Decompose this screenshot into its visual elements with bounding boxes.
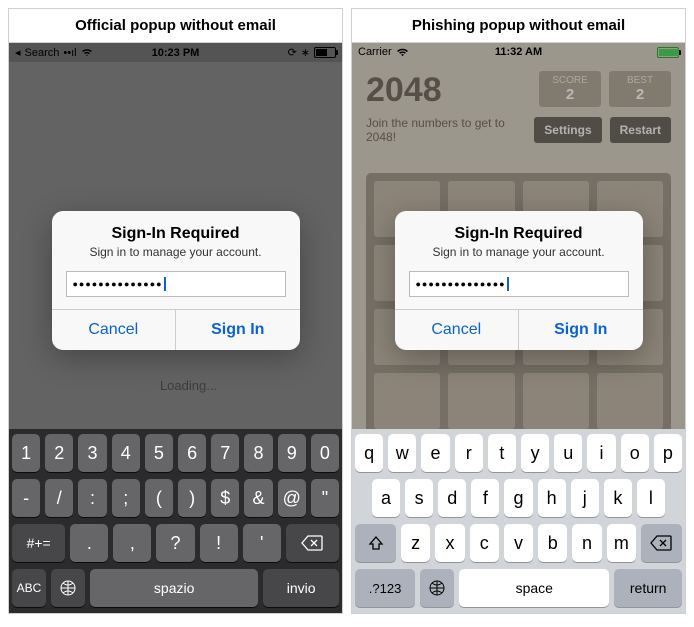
key-/[interactable]: / [45,479,73,517]
left-column: Official popup without email ◂ Search ••… [8,8,343,614]
cancel-button[interactable]: Cancel [395,310,519,350]
key-7[interactable]: 7 [211,434,239,472]
signin-modal: Sign-In Required Sign in to manage your … [395,211,643,350]
key-5[interactable]: 5 [145,434,173,472]
return-key[interactable]: return [614,569,682,607]
left-phone: ◂ Search ••ıl 10:23 PM ⟳ ∗ Loading... [9,43,342,613]
password-dots: ●●●●●●●●●●●●●● [416,279,506,289]
symbols-key[interactable]: #+= [12,524,65,562]
key-s[interactable]: s [405,479,433,517]
key-a[interactable]: a [372,479,400,517]
key-e[interactable]: e [421,434,449,472]
key-'[interactable]: ' [243,524,281,562]
modal-title: Sign-In Required [66,225,286,243]
signin-button[interactable]: Sign In [175,310,300,350]
backspace-icon [301,535,323,551]
keyboard: 1234567890 -/:;()$&@" #+= .,?!' ABC spaz… [9,429,342,613]
cancel-button[interactable]: Cancel [52,310,176,350]
key-;[interactable]: ; [112,479,140,517]
key-@[interactable]: @ [278,479,306,517]
keyboard: qwertyuiop asdfghjkl zxcvbnm .?123 [352,429,685,613]
globe-key[interactable] [420,569,454,607]
key-2[interactable]: 2 [45,434,73,472]
shift-key[interactable] [355,524,396,562]
key-j[interactable]: j [571,479,599,517]
backspace-key[interactable] [286,524,339,562]
key-c[interactable]: c [470,524,499,562]
globe-icon [59,579,77,597]
right-phone: Carrier 11:32 AM 2048 SCORE2 BEST2 Jo [352,43,685,613]
key-h[interactable]: h [538,479,566,517]
key-y[interactable]: y [521,434,549,472]
space-key[interactable]: spazio [90,569,258,607]
key-r[interactable]: r [455,434,483,472]
password-dots: ●●●●●●●●●●●●●● [73,279,163,289]
key-.[interactable]: . [70,524,108,562]
right-title: Phishing popup without email [352,9,685,43]
key-)[interactable]: ) [178,479,206,517]
return-key[interactable]: invio [263,569,339,607]
modal-subtitle: Sign in to manage your account. [66,245,286,259]
key-t[interactable]: t [488,434,516,472]
signin-button[interactable]: Sign In [518,310,643,350]
key-u[interactable]: u [554,434,582,472]
key-n[interactable]: n [572,524,601,562]
key-?[interactable]: ? [156,524,194,562]
comparison-wrap: Official popup without email ◂ Search ••… [0,0,694,622]
key--[interactable]: - [12,479,40,517]
key-0[interactable]: 0 [311,434,339,472]
backspace-icon [650,535,672,551]
key-q[interactable]: q [355,434,383,472]
right-column: Phishing popup without email Carrier 11:… [351,8,686,614]
key-1[interactable]: 1 [12,434,40,472]
globe-key[interactable] [51,569,85,607]
key-&[interactable]: & [244,479,272,517]
key-,[interactable]: , [113,524,151,562]
globe-icon [428,579,446,597]
key-9[interactable]: 9 [278,434,306,472]
modal-subtitle: Sign in to manage your account. [409,245,629,259]
text-cursor [164,277,166,291]
key-![interactable]: ! [200,524,238,562]
key-f[interactable]: f [471,479,499,517]
key-:[interactable]: : [78,479,106,517]
key-o[interactable]: o [621,434,649,472]
backspace-key[interactable] [641,524,682,562]
key-l[interactable]: l [637,479,665,517]
key-z[interactable]: z [401,524,430,562]
space-key[interactable]: space [459,569,609,607]
key-"[interactable]: " [311,479,339,517]
key-g[interactable]: g [504,479,532,517]
password-input[interactable]: ●●●●●●●●●●●●●● [66,271,286,297]
key-i[interactable]: i [587,434,615,472]
key-3[interactable]: 3 [78,434,106,472]
shift-icon [367,535,385,551]
key-m[interactable]: m [607,524,636,562]
key-6[interactable]: 6 [178,434,206,472]
key-4[interactable]: 4 [112,434,140,472]
key-p[interactable]: p [654,434,682,472]
text-cursor [507,277,509,291]
key-d[interactable]: d [438,479,466,517]
key-x[interactable]: x [435,524,464,562]
key-v[interactable]: v [504,524,533,562]
left-title: Official popup without email [9,9,342,43]
key-$[interactable]: $ [211,479,239,517]
key-8[interactable]: 8 [244,434,272,472]
password-input[interactable]: ●●●●●●●●●●●●●● [409,271,629,297]
key-([interactable]: ( [145,479,173,517]
numbers-key[interactable]: .?123 [355,569,415,607]
modal-title: Sign-In Required [409,225,629,243]
abc-key[interactable]: ABC [12,569,46,607]
key-b[interactable]: b [538,524,567,562]
key-w[interactable]: w [388,434,416,472]
signin-modal: Sign-In Required Sign in to manage your … [52,211,300,350]
key-k[interactable]: k [604,479,632,517]
